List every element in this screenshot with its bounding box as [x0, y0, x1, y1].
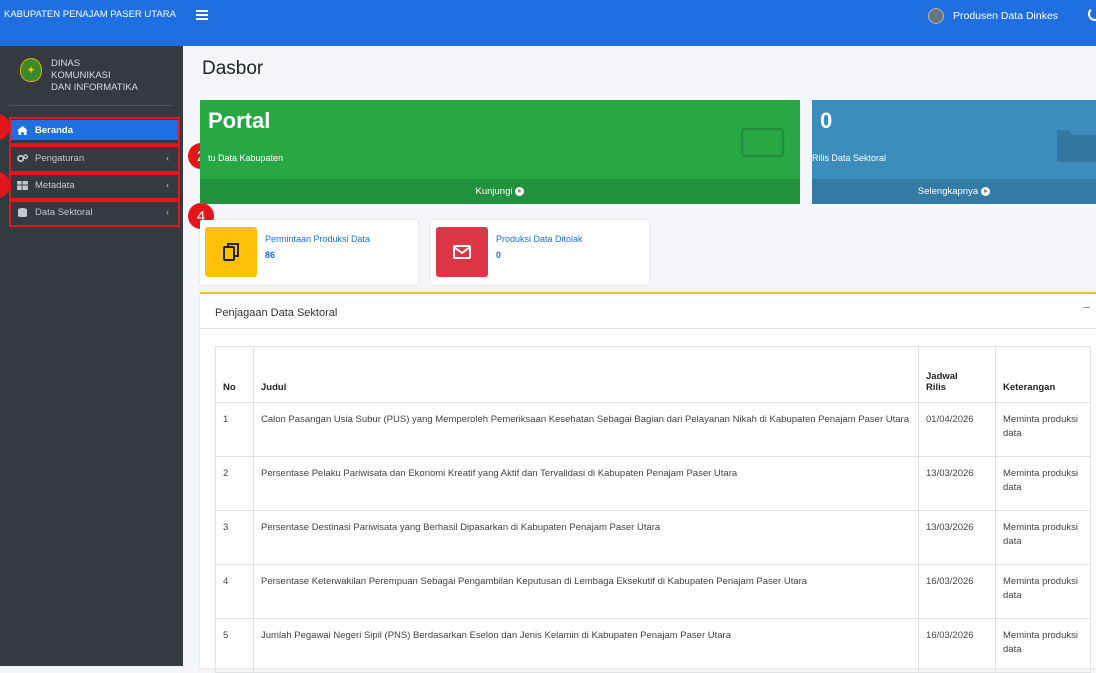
cell-judul: Persentase Keterwakilan Perempuan Sebaga… [253, 564, 919, 619]
info-box-label: Produksi Data Ditolak [496, 234, 583, 244]
user-menu[interactable]: Produsen Data Dinkes [928, 8, 1058, 24]
copy-icon [205, 227, 257, 277]
table-row: 2 Persentase Pelaku Pariwisata dan Ekono… [215, 456, 1091, 511]
info-box-ditolak[interactable]: Produksi Data Ditolak 0 [431, 220, 649, 285]
org-logo-icon: ✦ [20, 58, 42, 82]
info-box-label: Permintaan Produksi Data [265, 234, 371, 244]
col-header-jadwal: Jadwal Rilis [918, 346, 996, 403]
collapse-icon[interactable] [1083, 307, 1090, 308]
table-row: 5 Jumlah Pegawai Negeri Sipil (PNS) Berd… [215, 618, 1091, 673]
col-header-keterangan: Keterangan [995, 346, 1091, 403]
cell-no: 4 [215, 564, 254, 619]
cell-jadwal: 16/03/2026 [918, 564, 996, 619]
col-header-no: No [215, 346, 254, 403]
info-box-value: 0 [496, 250, 502, 260]
cell-keterangan: Meminta produksi data [995, 402, 1091, 457]
envelope-icon [436, 227, 488, 277]
org-name-line2: DAN INFORMATIKA [51, 82, 138, 93]
cell-keterangan: Meminta produksi data [995, 618, 1091, 673]
table-header-row: No Judul Jadwal Rilis Keterangan [215, 346, 1091, 403]
org-header: ✦ DINAS KOMUNIKASI DAN INFORMATIKA [20, 58, 141, 94]
cell-no: 2 [215, 456, 254, 511]
rilis-footer-label: Selengkapnya [917, 186, 979, 197]
logout-icon[interactable] [1088, 7, 1096, 21]
penjagaan-table: No Judul Jadwal Rilis Keterangan 1 Calon … [215, 346, 1091, 673]
portal-footer-label: Kunjungi [475, 186, 513, 197]
cell-jadwal: 13/03/2026 [918, 510, 996, 565]
rilis-subtitle: Rilis Data Sektoral [812, 153, 887, 163]
avatar [928, 8, 944, 24]
col-header-judul: Judul [253, 346, 919, 403]
table-row: 1 Calon Pasangan Usia Subur (PUS) yang M… [215, 402, 1091, 457]
cell-keterangan: Meminta produksi data [995, 510, 1091, 565]
portal-subtitle: tu Data Kabupaten [208, 153, 284, 163]
rilis-value: 0 [820, 108, 833, 133]
cell-no: 1 [215, 402, 254, 457]
annotation-box-4 [9, 200, 180, 227]
arrow-circle-right-icon [981, 187, 991, 196]
panel-divider [200, 328, 1096, 329]
penjagaan-panel: Penjagaan Data Sektoral No Judul Jadwal R… [200, 292, 1096, 673]
annotation-box-2 [9, 145, 180, 173]
annotation-box-3 [9, 173, 180, 200]
table-row: 4 Persentase Keterwakilan Perempuan Seba… [215, 564, 1091, 619]
cell-jadwal: 13/03/2026 [918, 456, 996, 511]
cell-judul: Calon Pasangan Usia Subur (PUS) yang Mem… [253, 402, 919, 457]
org-name-line1: DINAS KOMUNIKASI [51, 58, 111, 81]
cell-keterangan: Meminta produksi data [995, 564, 1091, 619]
portal-title: Portal [208, 108, 271, 133]
cell-jadwal: 01/04/2026 [918, 402, 996, 457]
cell-judul: Jumlah Pegawai Negeri Sipil (PNS) Berdas… [253, 618, 919, 673]
panel-title: Penjagaan Data Sektoral [215, 307, 338, 319]
portal-card: Portal tu Data Kabupaten Kunjungi [200, 100, 800, 204]
cell-jadwal: 16/03/2026 [918, 618, 996, 673]
brand-title[interactable]: KABUPATEN PENAJAM PASER UTARA [0, 0, 183, 46]
cell-no: 5 [215, 618, 254, 673]
menu-toggle-icon[interactable] [196, 10, 208, 20]
arrow-circle-right-icon [515, 187, 525, 196]
portal-visit-link[interactable]: Kunjungi [200, 179, 800, 204]
top-navbar: Produsen Data Dinkes [183, 0, 1096, 46]
cell-judul: Persentase Destinasi Pariwisata yang Ber… [253, 510, 919, 565]
rilis-more-link[interactable]: Selengkapnya [812, 179, 1096, 204]
sidebar-divider [9, 105, 174, 106]
info-box-value: 86 [265, 250, 276, 260]
cell-keterangan: Meminta produksi data [995, 456, 1091, 511]
cell-judul: Persentase Pelaku Pariwisata dan Ekonomi… [253, 456, 919, 511]
table-row: 3 Persentase Destinasi Pariwisata yang B… [215, 510, 1091, 565]
rilis-card: 0 Rilis Data Sektoral Selengkapnya [812, 100, 1096, 204]
info-box-permintaan[interactable]: Permintaan Produksi Data 86 [200, 220, 418, 285]
monitor-icon [740, 127, 785, 158]
cell-no: 3 [215, 510, 254, 565]
annotation-box-1 [9, 117, 180, 145]
folder-icon [1057, 130, 1096, 162]
user-name: Produsen Data Dinkes [953, 10, 1059, 22]
page-title: Dasbor [202, 58, 264, 79]
